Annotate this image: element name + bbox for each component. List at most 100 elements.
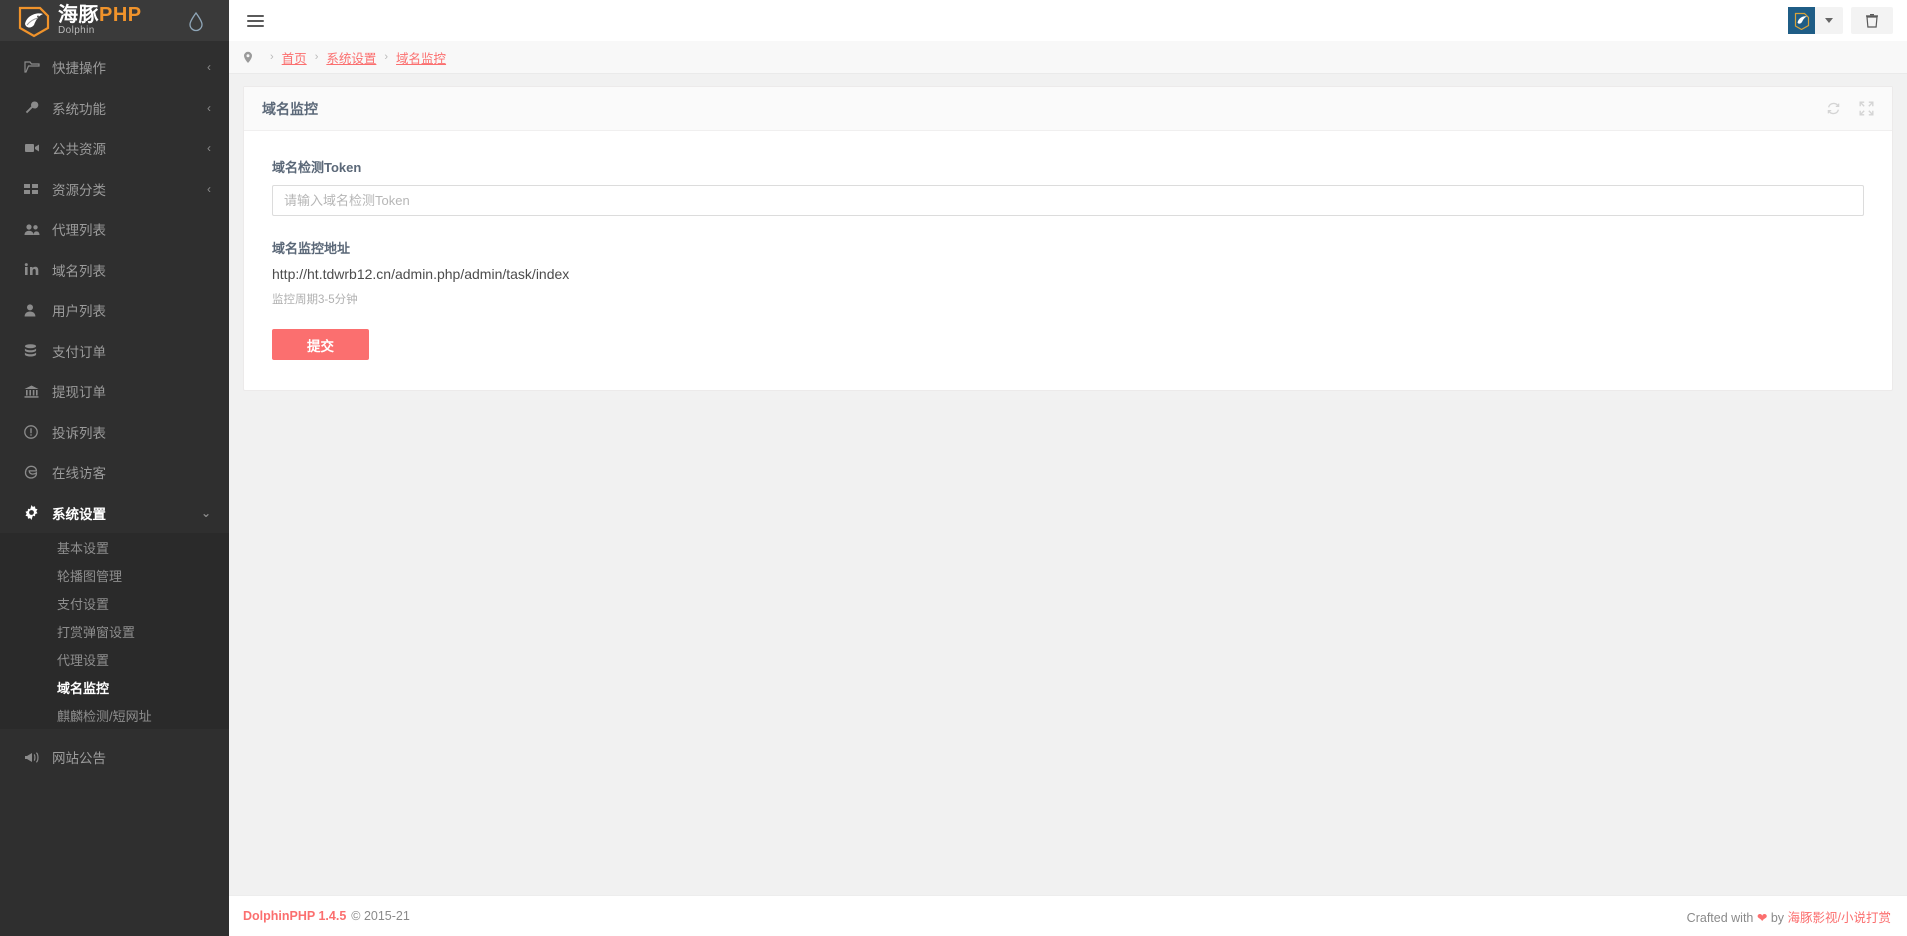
submenu-item-label: 麒麟检测/短网址 — [57, 708, 152, 724]
footer-author[interactable]: 海豚影视/小说打赏 — [1788, 911, 1891, 925]
database-icon — [24, 343, 52, 358]
edge-browser-icon — [24, 465, 52, 479]
refresh-icon[interactable] — [1826, 101, 1841, 116]
brand-name-php: PHP — [99, 4, 142, 26]
location-pin-icon — [243, 51, 253, 64]
brand-name-cn: 海豚 — [58, 4, 99, 26]
footer: DolphinPHP 1.4.5 © 2015-21 Crafted with … — [229, 895, 1907, 936]
chevron-down-icon: ⌄ — [200, 505, 211, 520]
breadcrumb-separator: › — [270, 51, 274, 63]
submenu-item-label: 代理设置 — [57, 652, 110, 668]
submenu-item-jibenshezhi[interactable]: 基本设置 — [0, 533, 229, 561]
sidebar-item-label: 代理列表 — [52, 223, 106, 239]
chevron-left-icon: ‹ — [207, 141, 211, 156]
sidebar-item-kuaijie[interactable]: 快捷操作 ‹ — [0, 47, 229, 88]
sidebar-item-label: 系统设置 — [52, 506, 106, 522]
monitor-help-text: 监控周期3-5分钟 — [272, 294, 358, 306]
sidebar-item-xitonggongneng[interactable]: 系统功能 ‹ — [0, 88, 229, 129]
submenu-item-label: 轮播图管理 — [57, 568, 123, 584]
user-icon — [24, 304, 52, 317]
sidebar-item-label: 提现订单 — [52, 385, 106, 401]
footer-brand[interactable]: DolphinPHP 1.4.5 — [243, 909, 346, 923]
domain-monitor-card: 域名监控 域名检测Token 请输入域名检测Token 域名监控地址 http:… — [243, 86, 1893, 391]
caret-down-icon — [1825, 18, 1833, 23]
gear-icon — [24, 505, 52, 521]
submenu-item-dailishezhi[interactable]: 代理设置 — [0, 645, 229, 673]
user-menu-button[interactable] — [1788, 7, 1843, 34]
page-title: 域名监控 — [262, 100, 318, 117]
sidebar-item-daililiebiao[interactable]: 代理列表 — [0, 209, 229, 250]
footer-by-label: by — [1770, 910, 1785, 925]
breadcrumb-item-home[interactable]: 首页 — [282, 48, 307, 67]
sidebar-item-label: 域名列表 — [52, 263, 106, 279]
submenu-item-label: 域名监控 — [57, 680, 110, 696]
token-field-label: 域名检测Token — [272, 160, 362, 175]
content-area: 域名监控 域名检测Token 请输入域名检测Token 域名监控地址 http:… — [229, 74, 1907, 895]
water-drop-icon[interactable] — [187, 10, 205, 32]
sidebar-item-zaixianfangke[interactable]: 在线访客 — [0, 452, 229, 493]
brand-subtitle: Dolphin — [58, 25, 95, 36]
field-spacer — [272, 216, 1864, 238]
submenu-item-label: 支付设置 — [57, 596, 110, 612]
submenu-item-label: 基本设置 — [57, 540, 110, 556]
megaphone-icon — [24, 751, 52, 764]
submenu-item-dashangtanchuang[interactable]: 打赏弹窗设置 — [0, 617, 229, 645]
folder-open-icon — [24, 60, 52, 74]
wrench-icon — [24, 100, 52, 115]
trash-icon[interactable] — [1851, 7, 1893, 34]
breadcrumb-item-current[interactable]: 域名监控 — [396, 48, 446, 67]
sidebar-item-gonggongziyuan[interactable]: 公共资源 ‹ — [0, 128, 229, 169]
grid-icon — [24, 183, 52, 195]
footer-credit: Crafted with ❤ by 海豚影视/小说打赏 — [1687, 907, 1891, 926]
submenu-item-yumingjiankong[interactable]: 域名监控 — [0, 673, 229, 701]
breadcrumb-separator: › — [314, 51, 319, 63]
token-input[interactable] — [272, 185, 1864, 216]
sidebar-item-label: 系统功能 — [52, 101, 106, 117]
submit-button[interactable]: 提交 — [272, 329, 369, 360]
video-camera-icon — [24, 142, 52, 154]
sidebar-item-label: 用户列表 — [52, 304, 106, 320]
users-icon — [24, 223, 52, 236]
card-header: 域名监控 — [244, 87, 1892, 131]
sidebar-item-label: 支付订单 — [52, 344, 106, 360]
main-region: › 首页 › 系统设置 › 域名监控 域名监控 域名检测Token 请输入域名检… — [229, 0, 1907, 936]
submenu-item-zhifushezhi[interactable]: 支付设置 — [0, 589, 229, 617]
brand-logo[interactable]: 海豚PHP Dolphin — [0, 0, 229, 41]
sidebar-item-label: 网站公告 — [52, 751, 106, 767]
submenu-item-label: 打赏弹窗设置 — [57, 624, 136, 640]
bank-icon — [24, 385, 52, 398]
submenu-item-qilinjiance[interactable]: 麒麟检测/短网址 — [0, 701, 229, 729]
dolphin-logo-icon — [14, 4, 54, 38]
chevron-left-icon: ‹ — [207, 60, 211, 75]
exclamation-circle-icon — [24, 424, 52, 439]
hamburger-icon[interactable] — [247, 14, 264, 27]
expand-icon[interactable] — [1859, 101, 1874, 116]
submenu-item-lunbotu[interactable]: 轮播图管理 — [0, 561, 229, 589]
sidebar-item-tixiandingdan[interactable]: 提现订单 — [0, 371, 229, 412]
monitor-url-value: http://ht.tdwrb12.cn/admin.php/admin/tas… — [272, 266, 570, 282]
sidebar-item-xitongshezhi[interactable]: 系统设置 ⌄ — [0, 493, 229, 534]
dolphin-avatar-icon — [1788, 7, 1815, 34]
sidebar: 海豚PHP Dolphin 快捷操作 ‹ 系统功能 ‹ 公共资源 ‹ 资源分类 … — [0, 0, 229, 936]
sidebar-item-wangzhangonggao[interactable]: 网站公告 — [0, 737, 229, 778]
sidebar-item-tousuliebiao[interactable]: 投诉列表 — [0, 412, 229, 453]
sidebar-menu: 快捷操作 ‹ 系统功能 ‹ 公共资源 ‹ 资源分类 ‹ 代理列表 域名列表 用户… — [0, 41, 229, 778]
monitor-url-label: 域名监控地址 — [272, 241, 351, 256]
sidebar-item-label: 在线访客 — [52, 466, 106, 482]
sidebar-item-zhifudingdan[interactable]: 支付订单 — [0, 331, 229, 372]
sidebar-submenu-xitongshezhi: 基本设置 轮播图管理 支付设置 打赏弹窗设置 代理设置 域名监控 麒麟检测/短网… — [0, 533, 229, 729]
sidebar-item-label: 公共资源 — [52, 142, 106, 158]
sidebar-item-label: 投诉列表 — [52, 425, 106, 441]
breadcrumb: › 首页 › 系统设置 › 域名监控 — [229, 41, 1907, 74]
breadcrumb-item-settings[interactable]: 系统设置 — [326, 48, 376, 67]
sidebar-item-ziyuanfenlei[interactable]: 资源分类 ‹ — [0, 169, 229, 210]
sidebar-item-yonghuliebiao[interactable]: 用户列表 — [0, 290, 229, 331]
footer-crafted-prefix: Crafted with — [1686, 910, 1754, 925]
heart-icon: ❤ — [1756, 910, 1768, 925]
topbar-actions — [1788, 7, 1893, 34]
sidebar-item-label: 资源分类 — [52, 182, 106, 198]
linkedin-in-icon — [24, 263, 52, 276]
breadcrumb-separator: › — [384, 51, 389, 63]
sidebar-item-yumingliebiao[interactable]: 域名列表 — [0, 250, 229, 291]
card-tools — [1826, 101, 1874, 116]
